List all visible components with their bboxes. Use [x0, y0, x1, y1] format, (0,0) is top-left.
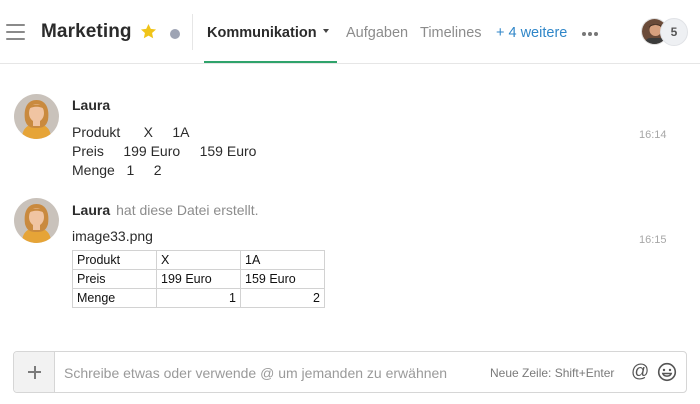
- table-cell: X: [156, 250, 241, 270]
- channel-header: Marketing Kommunikation Aufgaben Timelin…: [0, 0, 700, 64]
- avatar[interactable]: [14, 94, 59, 139]
- table-row: Menge 1 2: [72, 288, 325, 308]
- attachment-filename[interactable]: image33.png: [72, 228, 153, 244]
- attachment-preview-table[interactable]: Produkt X 1A Preis 199 Euro 159 Euro Men…: [72, 250, 325, 308]
- chevron-down-icon: [322, 29, 329, 34]
- newline-hint: Neue Zeile: Shift+Enter: [490, 366, 615, 380]
- menu-icon[interactable]: [6, 24, 25, 41]
- table-cell: Preis: [72, 269, 157, 289]
- table-cell: 2: [240, 288, 325, 308]
- table-cell: 159 Euro: [240, 269, 325, 289]
- table-cell: Produkt: [72, 250, 157, 270]
- message-author: Laura: [72, 97, 111, 113]
- emoji-icon[interactable]: [657, 362, 677, 382]
- message-text-line: Preis 199 Euro 159 Euro: [72, 143, 257, 159]
- message-input[interactable]: [64, 364, 474, 382]
- message-timestamp: 16:15: [639, 234, 667, 246]
- message-text-line: Menge 1 2: [72, 162, 162, 178]
- table-row: Produkt X 1A: [72, 250, 325, 270]
- table-row: Preis 199 Euro 159 Euro: [72, 269, 325, 289]
- header-divider: [192, 14, 193, 50]
- active-tab-indicator: [204, 61, 337, 63]
- message-timestamp: 16:14: [639, 129, 667, 141]
- channel-title: Marketing: [41, 21, 132, 42]
- table-cell: 199 Euro: [156, 269, 241, 289]
- message-author-name: Laura: [72, 202, 111, 218]
- more-tabs-link[interactable]: + 4 weitere: [496, 25, 567, 41]
- message-composer: Neue Zeile: Shift+Enter @: [13, 351, 687, 393]
- star-icon[interactable]: [139, 22, 158, 41]
- tab-timelines[interactable]: Timelines: [420, 25, 482, 41]
- status-dot-icon: [170, 29, 180, 39]
- message-text-line: Produkt X 1A: [72, 124, 190, 140]
- tab-aufgaben[interactable]: Aufgaben: [346, 25, 408, 41]
- at-icon[interactable]: @: [631, 361, 649, 382]
- table-cell: 1A: [240, 250, 325, 270]
- tab-kommunikation[interactable]: Kommunikation: [207, 25, 329, 41]
- table-cell: Menge: [72, 288, 157, 308]
- avatar[interactable]: [14, 198, 59, 243]
- more-icon[interactable]: [582, 32, 599, 36]
- message-author: Laura hat diese Datei erstellt.: [72, 202, 259, 218]
- table-cell: 1: [156, 288, 241, 308]
- message-author-note: hat diese Datei erstellt.: [116, 202, 259, 218]
- member-count-badge[interactable]: 5: [660, 18, 688, 46]
- tab-kommunikation-label: Kommunikation: [207, 25, 317, 41]
- plus-icon[interactable]: [14, 352, 55, 392]
